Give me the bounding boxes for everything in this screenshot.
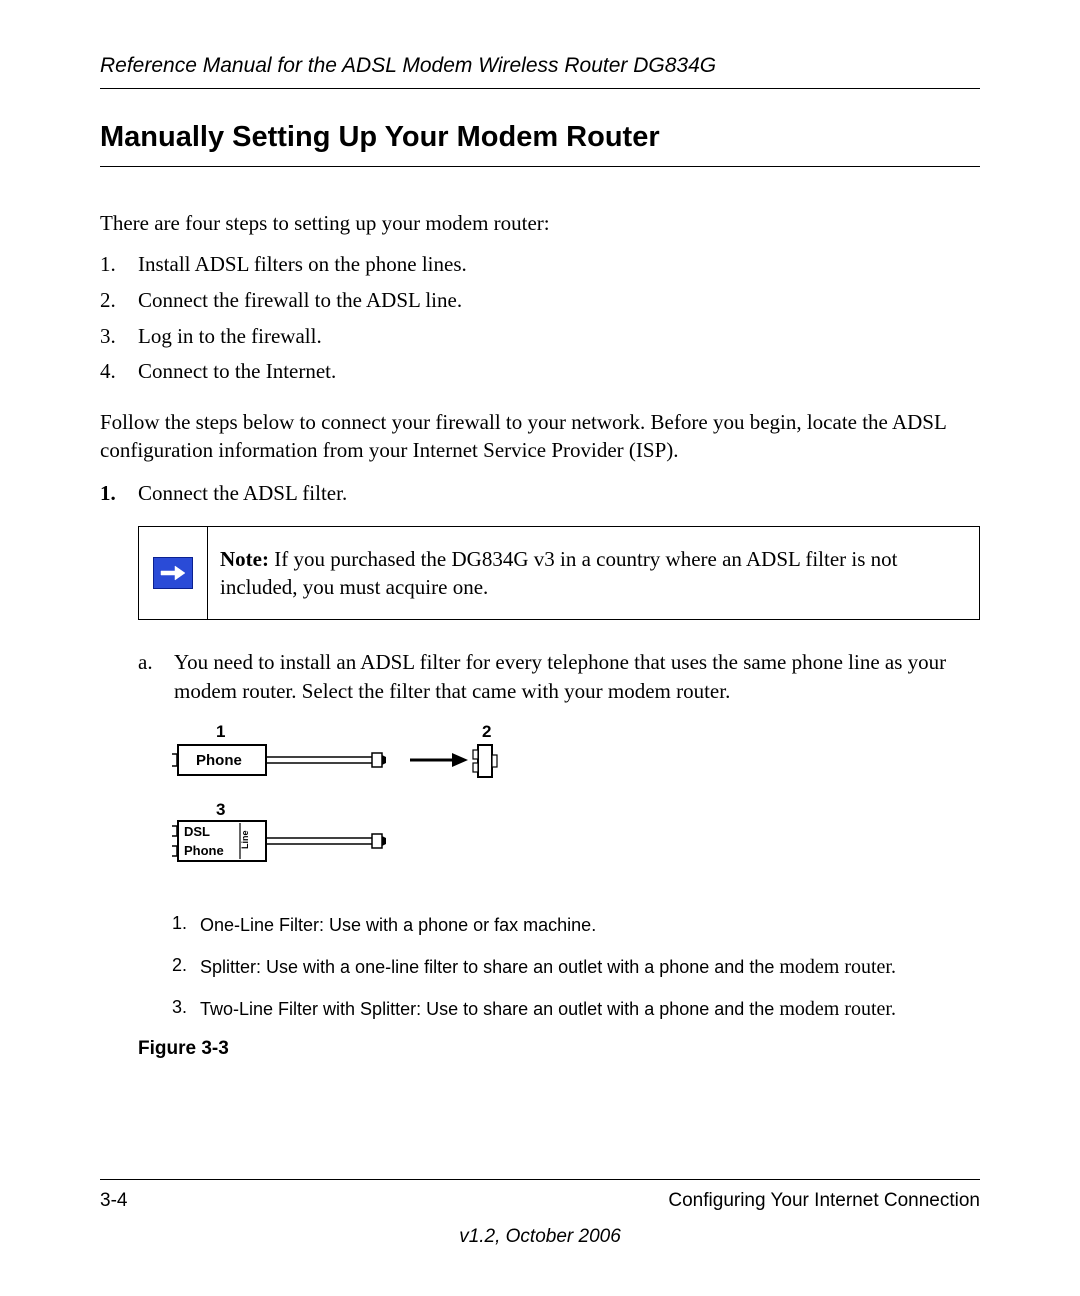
diagram-phone-label-1: Phone bbox=[196, 752, 242, 769]
running-header: Reference Manual for the ADSL Modem Wire… bbox=[100, 54, 980, 89]
overview-steps-list: 1.Install ADSL filters on the phone line… bbox=[100, 247, 980, 390]
section-heading: Manually Setting Up Your Modem Router bbox=[100, 121, 980, 167]
chapter-title: Configuring Your Internet Connection bbox=[668, 1190, 980, 1212]
step-text: Log in to the firewall. bbox=[138, 324, 322, 348]
figure-item: 3.Two-Line Filter with Splitter: Use to … bbox=[172, 996, 980, 1022]
note-text: Note: If you purchased the DG834G v3 in … bbox=[208, 527, 979, 620]
diagram-dsl-label: DSL bbox=[184, 824, 210, 839]
step-text: Connect the firewall to the ADSL line. bbox=[138, 288, 462, 312]
step-text: Connect to the Internet. bbox=[138, 359, 336, 383]
step-text: Install ADSL filters on the phone lines. bbox=[138, 252, 467, 276]
figure-caption: Figure 3-3 bbox=[100, 1038, 980, 1060]
step-text: Connect the ADSL filter. bbox=[138, 481, 347, 505]
sub-step-list: a. You need to install an ADSL filter fo… bbox=[100, 648, 980, 705]
intro-paragraph: There are four steps to setting up your … bbox=[100, 209, 980, 237]
diagram-phone-label-3: Phone bbox=[184, 843, 224, 858]
list-item: 1.Install ADSL filters on the phone line… bbox=[100, 247, 980, 283]
note-label: Note: bbox=[220, 547, 269, 571]
doc-version: v1.2, October 2006 bbox=[100, 1226, 980, 1248]
diagram-line-label: Line bbox=[240, 831, 250, 850]
figure-item-list: 1.One-Line Filter: Use with a phone or f… bbox=[100, 912, 980, 1022]
figure-item: 1.One-Line Filter: Use with a phone or f… bbox=[172, 912, 980, 938]
note-callout: Note: If you purchased the DG834G v3 in … bbox=[138, 526, 980, 621]
sub-step-letter: a. bbox=[138, 648, 153, 676]
step-number: 1. bbox=[100, 481, 116, 506]
figure-item: 2.Splitter: Use with a one-line filter t… bbox=[172, 954, 980, 980]
list-item: 2.Connect the firewall to the ADSL line. bbox=[100, 283, 980, 319]
sub-step-item: a. You need to install an ADSL filter fo… bbox=[138, 648, 980, 705]
page-content: Reference Manual for the ADSL Modem Wire… bbox=[0, 0, 1080, 1296]
followup-paragraph: Follow the steps below to connect your f… bbox=[100, 408, 980, 465]
diagram-num-1: 1 bbox=[216, 723, 225, 741]
list-item: 4.Connect to the Internet. bbox=[100, 354, 980, 390]
page-footer: 3-4 Configuring Your Internet Connection… bbox=[100, 1179, 980, 1248]
procedure-step-1: 1. Connect the ADSL filter. bbox=[100, 481, 980, 506]
diagram-num-2: 2 bbox=[482, 723, 491, 741]
diagram-num-3: 3 bbox=[216, 800, 225, 819]
page-number: 3-4 bbox=[100, 1190, 127, 1212]
arrow-right-icon bbox=[153, 557, 193, 589]
list-item: 3.Log in to the firewall. bbox=[100, 319, 980, 355]
sub-step-text: You need to install an ADSL filter for e… bbox=[174, 650, 946, 702]
note-body: If you purchased the DG834G v3 in a coun… bbox=[220, 547, 897, 599]
adsl-filter-diagram: 1 Phone 2 3 DSL Phon bbox=[172, 723, 980, 888]
note-icon-cell bbox=[139, 527, 208, 620]
